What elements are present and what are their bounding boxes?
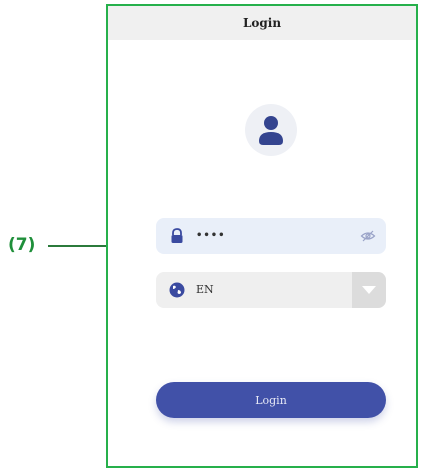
chevron-down-icon bbox=[362, 286, 376, 294]
globe-icon bbox=[169, 282, 185, 298]
user-icon bbox=[259, 116, 283, 145]
eye-off-icon[interactable] bbox=[360, 228, 376, 244]
avatar bbox=[245, 104, 297, 156]
language-value: EN bbox=[196, 283, 214, 296]
page-title: Login bbox=[108, 6, 416, 40]
password-value: •••• bbox=[196, 230, 226, 241]
language-select[interactable]: EN bbox=[156, 272, 386, 308]
password-field[interactable]: •••• bbox=[156, 218, 386, 254]
login-screen-frame: Login •••• EN Login bbox=[106, 4, 418, 468]
annotation-label: (7) bbox=[8, 235, 36, 255]
login-button[interactable]: Login bbox=[156, 382, 386, 418]
lock-icon bbox=[171, 228, 183, 243]
language-dropdown-button[interactable] bbox=[352, 272, 386, 308]
